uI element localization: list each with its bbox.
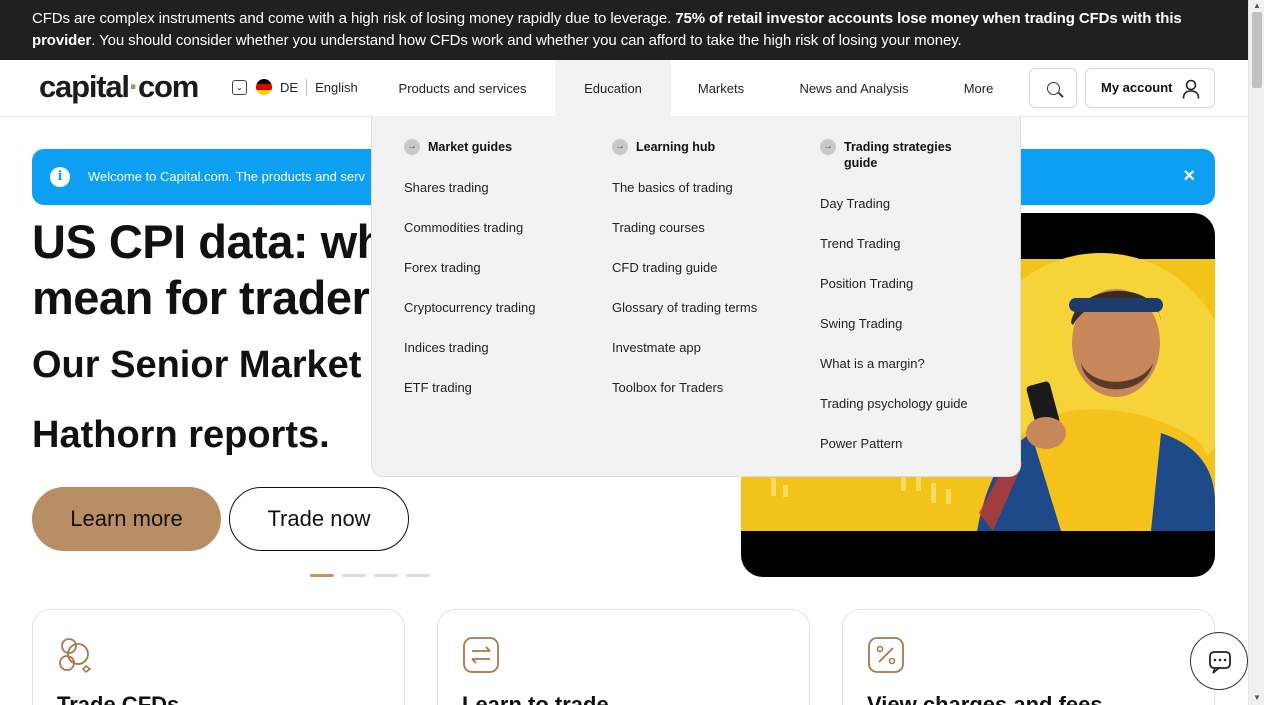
column-heading[interactable]: → Trading strategies guide <box>820 139 980 171</box>
logo[interactable]: capital·com <box>39 69 199 105</box>
column-heading[interactable]: → Market guides <box>404 139 574 155</box>
card-trade-cfds[interactable]: Trade CFDs <box>32 609 405 705</box>
language-selector[interactable]: ⌄ DE English <box>232 79 358 95</box>
carousel-dot[interactable] <box>342 574 366 577</box>
nav-products-services[interactable]: Products and services <box>385 60 540 117</box>
my-account-button[interactable]: My account <box>1085 68 1215 108</box>
close-icon[interactable]: × <box>1183 165 1195 188</box>
menu-link-cryptocurrency-trading[interactable]: Cryptocurrency trading <box>404 300 536 315</box>
site-header: capital·com ⌄ DE English Products and se… <box>0 60 1248 117</box>
nav-news-analysis[interactable]: News and Analysis <box>786 60 922 117</box>
menu-link-swing-trading[interactable]: Swing Trading <box>820 316 902 331</box>
risk-text-1: CFDs are complex instruments and come wi… <box>32 10 676 27</box>
learn-more-button[interactable]: Learn more <box>32 487 221 551</box>
menu-link-basics-of-trading[interactable]: The basics of trading <box>612 180 733 195</box>
menu-link-trading-courses[interactable]: Trading courses <box>612 220 705 235</box>
column-heading-text: Market guides <box>428 140 513 154</box>
logo-dot: · <box>128 69 139 104</box>
nav-education[interactable]: Education <box>555 60 671 117</box>
divider <box>306 79 308 95</box>
card-title: Learn to trade <box>462 692 609 705</box>
trade-now-button[interactable]: Trade now <box>229 487 409 551</box>
column-heading[interactable]: → Learning hub <box>612 139 782 155</box>
menu-link-day-trading[interactable]: Day Trading <box>820 196 890 211</box>
carousel-indicators <box>310 574 430 577</box>
card-learn-to-trade[interactable]: Learn to trade <box>437 609 810 705</box>
account-label: My account <box>1101 80 1173 95</box>
search-button[interactable] <box>1029 68 1077 108</box>
hero-subline-2: Hathorn reports. <box>32 414 330 456</box>
chevron-down-icon[interactable]: ⌄ <box>232 79 247 95</box>
arrow-right-icon: → <box>820 139 836 155</box>
carousel-dot[interactable] <box>310 574 334 577</box>
menu-link-power-pattern[interactable]: Power Pattern <box>820 436 902 451</box>
nav-more[interactable]: More <box>950 60 1007 117</box>
percent-icon <box>868 637 904 673</box>
carousel-dot[interactable] <box>374 574 398 577</box>
language-label: English <box>315 79 358 95</box>
user-icon <box>1182 79 1200 99</box>
menu-link-shares-trading[interactable]: Shares trading <box>404 180 489 195</box>
risk-text-2: . You should consider whether you unders… <box>91 32 962 49</box>
scroll-down-icon[interactable]: ▼ <box>1249 692 1264 704</box>
info-icon: i <box>50 167 70 187</box>
arrow-right-icon: → <box>612 139 628 155</box>
exchange-arrows-icon <box>463 637 499 673</box>
menu-link-indices-trading[interactable]: Indices trading <box>404 340 489 355</box>
card-title: View charges and fees <box>867 692 1103 705</box>
notice-text: Welcome to Capital.com. The products and… <box>88 169 365 184</box>
hero-subline-1: Our Senior Market <box>32 344 362 386</box>
nav-markets[interactable]: Markets <box>683 60 759 117</box>
logo-main: capital <box>39 69 130 104</box>
education-dropdown-menu: → Market guides Shares trading Commoditie… <box>371 116 1021 477</box>
arrow-right-icon: → <box>404 139 420 155</box>
menu-link-commodities-trading[interactable]: Commodities trading <box>404 220 523 235</box>
search-icon-handle <box>1058 92 1064 98</box>
page-scrollbar[interactable]: ▲ ▼ <box>1248 0 1264 705</box>
column-heading-text: Trading strategies guide <box>844 140 952 170</box>
menu-link-forex-trading[interactable]: Forex trading <box>404 260 481 275</box>
menu-link-cfd-trading-guide[interactable]: CFD trading guide <box>612 260 718 275</box>
menu-link-position-trading[interactable]: Position Trading <box>820 276 913 291</box>
scroll-up-icon[interactable]: ▲ <box>1249 0 1264 12</box>
country-code: DE <box>280 79 299 95</box>
menu-link-what-is-margin[interactable]: What is a margin? <box>820 356 925 371</box>
menu-link-glossary[interactable]: Glossary of trading terms <box>612 300 757 315</box>
carousel-dot[interactable] <box>406 574 430 577</box>
card-title: Trade CFDs <box>57 692 180 705</box>
card-charges-fees[interactable]: View charges and fees <box>842 609 1215 705</box>
menu-link-etf-trading[interactable]: ETF trading <box>404 380 472 395</box>
scroll-thumb[interactable] <box>1252 12 1262 88</box>
germany-flag-icon <box>256 79 272 95</box>
chat-icon <box>1209 651 1231 674</box>
circles-icon <box>59 638 92 674</box>
menu-link-trading-psychology[interactable]: Trading psychology guide <box>820 396 968 411</box>
risk-warning-banner: CFDs are complex instruments and come wi… <box>0 0 1248 60</box>
column-heading-text: Learning hub <box>636 140 716 154</box>
chat-button[interactable] <box>1190 632 1248 690</box>
menu-link-trend-trading[interactable]: Trend Trading <box>820 236 900 251</box>
logo-end: com <box>137 69 199 104</box>
menu-link-investmate-app[interactable]: Investmate app <box>612 340 701 355</box>
menu-link-toolbox-for-traders[interactable]: Toolbox for Traders <box>612 380 723 395</box>
